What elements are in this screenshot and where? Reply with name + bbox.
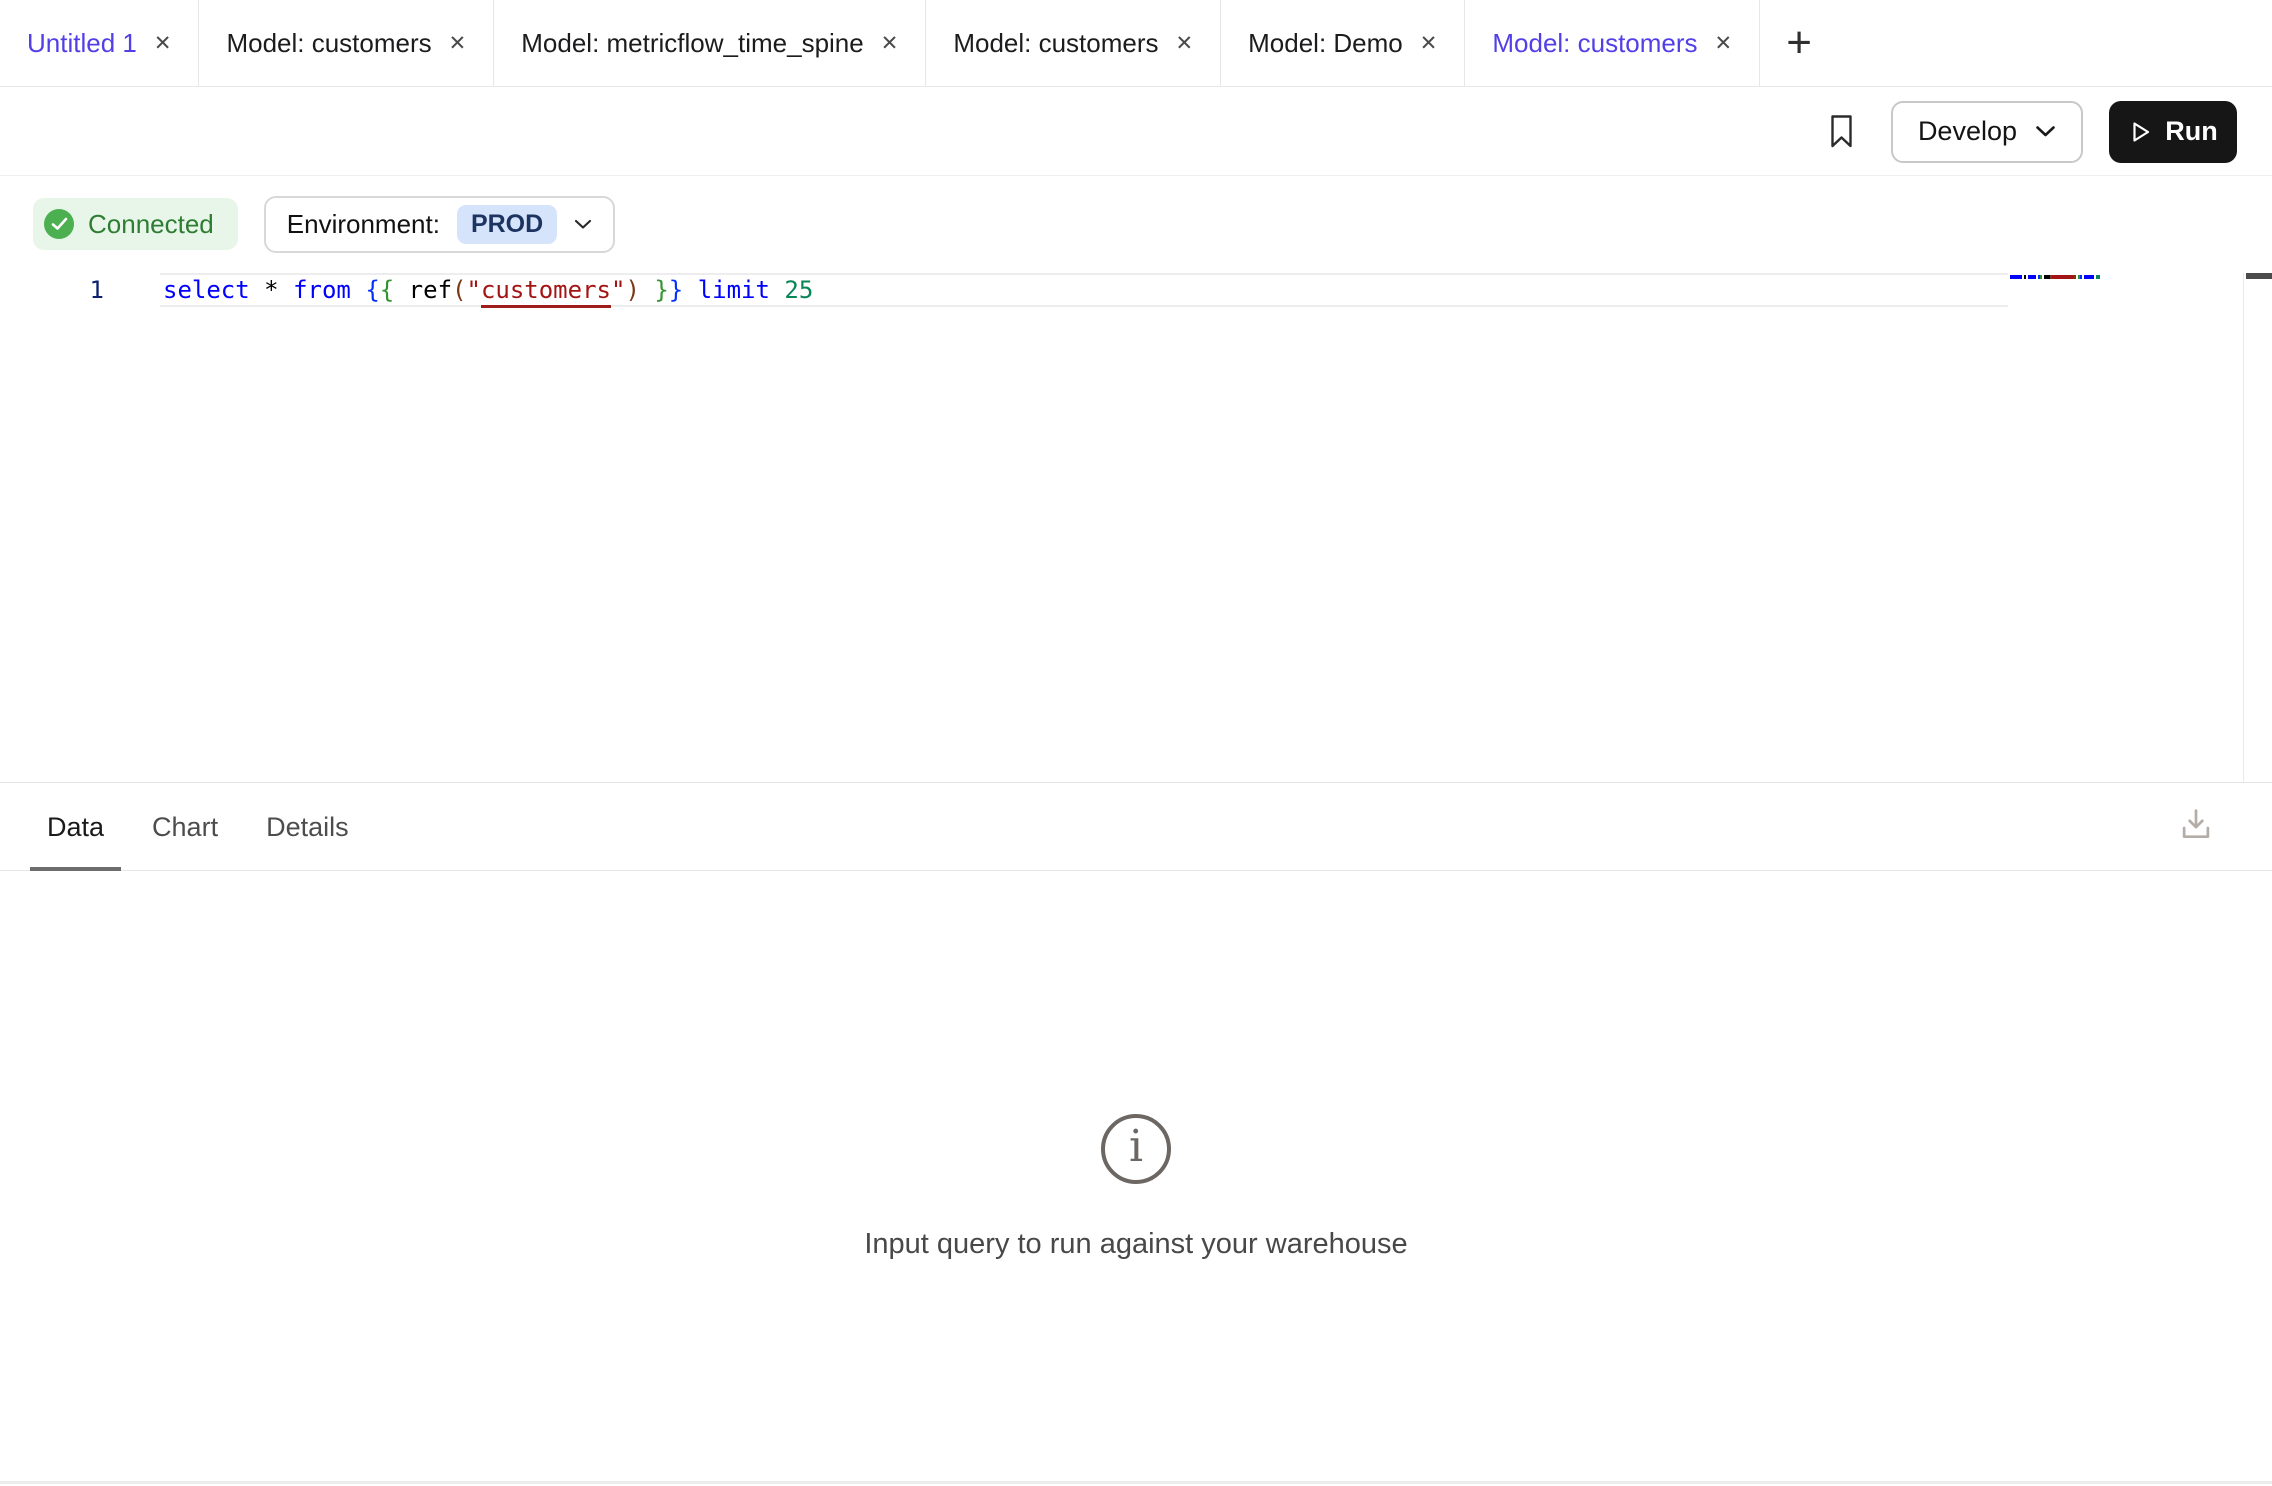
connected-status-label: Connected [88, 209, 214, 240]
run-button[interactable]: Run [2109, 101, 2237, 163]
results-tabs: DataChartDetails [30, 783, 366, 871]
line-number: 1 [0, 273, 104, 307]
bookmark-button[interactable] [1830, 114, 1853, 149]
tab-label: Model: metricflow_time_spine [521, 28, 863, 59]
tab-close-icon[interactable]: ✕ [154, 33, 172, 54]
code-token: from [293, 276, 351, 304]
editor-tab[interactable]: Model: customers ✕ [926, 0, 1221, 86]
develop-button[interactable]: Develop [1891, 101, 2083, 163]
tab-bar-tabs: Untitled 1✕Model: customers✕Model: metri… [0, 0, 1760, 86]
code-token: } [654, 276, 668, 304]
empty-results-text: Input query to run against your warehous… [864, 1228, 1407, 1261]
editor-tab-bar: Untitled 1✕Model: customers✕Model: metri… [0, 0, 2272, 87]
bookmark-icon [1830, 114, 1853, 149]
download-icon [2177, 805, 2215, 843]
editor-tab[interactable]: Model: customers ✕ [1465, 0, 1760, 86]
code-token [683, 276, 697, 304]
results-tab-data[interactable]: Data [30, 783, 121, 871]
code-token: } [669, 276, 683, 304]
code-token: ref [409, 276, 452, 304]
code-token [640, 276, 654, 304]
empty-results-message: i Input query to run against your wareho… [0, 1114, 2272, 1261]
code-token: ) [625, 276, 639, 304]
chevron-down-icon [574, 219, 592, 230]
results-panel: DataChartDetails i Input query to run ag… [0, 782, 2272, 1486]
code-token: " [611, 276, 625, 304]
code-token [279, 276, 293, 304]
tab-label: Model: Demo [1248, 28, 1403, 59]
code-token [250, 276, 264, 304]
code-token [351, 276, 365, 304]
tab-close-icon[interactable]: ✕ [1420, 33, 1438, 54]
code-line-content[interactable]: select * from {{ ref("customers") }} lim… [163, 273, 813, 307]
code-token: { [380, 276, 394, 304]
play-icon [2128, 120, 2152, 144]
tab-close-icon[interactable]: ✕ [881, 33, 899, 54]
tab-label: Model: customers [953, 28, 1158, 59]
run-button-label: Run [2165, 116, 2217, 147]
editor-tab[interactable]: Untitled 1 ✕ [0, 0, 199, 86]
sql-code-editor[interactable]: 1 select * from {{ ref("customers") }} l… [0, 272, 2272, 782]
check-circle-icon [44, 209, 74, 239]
connected-status-badge: Connected [33, 198, 238, 250]
tab-label: Model: customers [226, 28, 431, 59]
develop-button-label: Develop [1918, 116, 2017, 147]
bottom-divider [0, 1481, 2272, 1484]
editor-scrollbar-track[interactable] [2243, 273, 2272, 782]
info-circle-icon: i [1101, 1114, 1171, 1184]
results-tab-details[interactable]: Details [249, 783, 366, 871]
code-token: { [365, 276, 379, 304]
editor-scrollbar-thumb[interactable] [2246, 273, 2272, 279]
code-token: select [163, 276, 250, 304]
tab-label: Model: customers [1492, 28, 1697, 59]
new-tab-button[interactable]: + [1760, 0, 1838, 86]
code-token: 25 [784, 276, 813, 304]
environment-label: Environment: [287, 209, 440, 240]
environment-selector[interactable]: Environment: PROD [264, 196, 615, 253]
toolbar: Develop Run [0, 88, 2272, 176]
connection-status-bar: Connected Environment: PROD [0, 177, 2272, 272]
environment-value-badge: PROD [457, 205, 557, 244]
tab-label: Untitled 1 [27, 28, 137, 59]
minimap[interactable] [2010, 274, 2106, 280]
editor-tab[interactable]: Model: customers ✕ [199, 0, 494, 86]
plus-icon: + [1786, 18, 1812, 68]
ref-link-token[interactable]: customers [481, 276, 611, 308]
tab-close-icon[interactable]: ✕ [449, 33, 467, 54]
tab-close-icon[interactable]: ✕ [1176, 33, 1194, 54]
chevron-down-icon [2035, 125, 2056, 138]
code-token: * [264, 276, 278, 304]
code-token [770, 276, 784, 304]
code-token: limit [698, 276, 770, 304]
code-token: " [466, 276, 480, 304]
download-results-button[interactable] [2177, 805, 2215, 848]
editor-tab[interactable]: Model: metricflow_time_spine ✕ [494, 0, 926, 86]
editor-tab[interactable]: Model: Demo ✕ [1221, 0, 1465, 86]
code-token: ( [452, 276, 466, 304]
results-tab-chart[interactable]: Chart [135, 783, 235, 871]
tab-close-icon[interactable]: ✕ [1715, 33, 1733, 54]
code-token [394, 276, 408, 304]
